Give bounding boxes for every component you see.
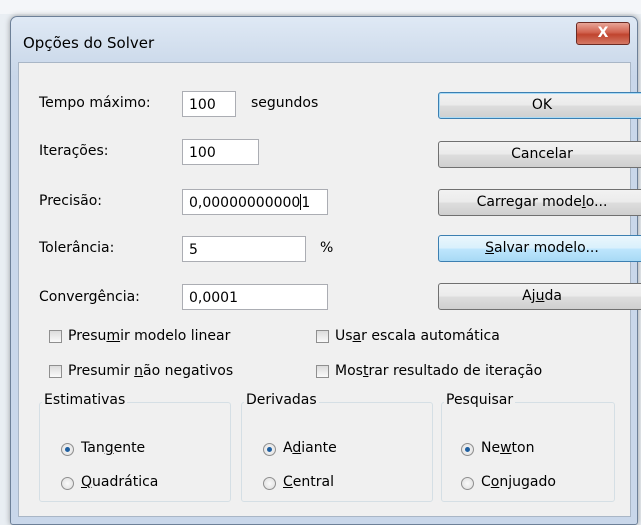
background-strip — [0, 0, 641, 14]
forward-radio[interactable] — [263, 443, 276, 456]
show-iteration-results-label-part1: Mos — [335, 363, 363, 379]
iteracoes-input[interactable]: 100 — [182, 139, 259, 165]
dialog-body: Tempo máximo: 100 segundos Iterações: 10… — [18, 62, 641, 517]
quadratic-radio[interactable] — [61, 477, 74, 490]
auto-scale-label[interactable]: Usar escala automática — [335, 328, 500, 344]
newton-label[interactable]: Newton — [481, 440, 534, 456]
search-group-title: Pesquisar — [444, 392, 516, 408]
conjugate-label-part2: njugado — [499, 474, 556, 490]
precisao-value-part1: 0,00000000000 — [189, 195, 301, 211]
show-iteration-results-label[interactable]: Mostrar resultado de iteração — [335, 363, 542, 379]
convergencia-input[interactable]: 0,0001 — [182, 284, 328, 310]
conjugate-label[interactable]: Conjugado — [481, 474, 556, 490]
assume-non-negative-checkbox[interactable] — [49, 365, 62, 378]
show-iteration-results-label-part2: rar resultado de iteração — [368, 363, 543, 379]
quadratic-label-part2: uadrática — [92, 474, 159, 490]
central-label-part2: entral — [292, 474, 334, 490]
assume-linear-mnemonic: m — [106, 328, 121, 344]
assume-non-negative-label-part2: ão negativos — [143, 363, 234, 379]
central-label[interactable]: Central — [283, 474, 334, 490]
iteracoes-label: Iterações: — [39, 143, 109, 159]
help-button[interactable]: Ajuda — [438, 283, 641, 310]
newton-label-part1: Ne — [481, 440, 501, 456]
newton-radio[interactable] — [461, 443, 474, 456]
assume-linear-label-part2: ir modelo linear — [120, 328, 231, 344]
assume-non-negative-label-part1: Presumir — [68, 363, 135, 379]
newton-label-part2: ton — [511, 440, 535, 456]
show-iteration-results-checkbox[interactable] — [316, 365, 329, 378]
auto-scale-label-part2: r escala automática — [361, 328, 500, 344]
close-button[interactable]: X — [576, 22, 630, 45]
save-model-label: alvar modelo... — [494, 240, 599, 256]
help-label-part1: Aj — [522, 288, 536, 304]
central-mnemonic: C — [283, 474, 293, 490]
auto-scale-checkbox[interactable] — [316, 330, 329, 343]
convergencia-label: Convergência: — [39, 289, 140, 305]
precisao-input[interactable]: 0,000000000001 — [182, 189, 328, 215]
forward-label-part1: A — [283, 440, 293, 456]
tempo-maximo-label: Tempo máximo: — [39, 95, 151, 111]
tangent-label-part2: ente — [113, 440, 146, 456]
load-model-button[interactable]: Carregar modelo... — [438, 189, 641, 216]
estimates-group-title: Estimativas — [42, 392, 128, 408]
tempo-unit-label: segundos — [251, 95, 319, 111]
forward-label[interactable]: Adiante — [283, 440, 337, 456]
quadratic-label[interactable]: Quadrática — [81, 474, 158, 490]
dialog-title: Opções do Solver — [23, 34, 155, 52]
newton-mnemonic: w — [500, 440, 512, 456]
auto-scale-label-part1: Us — [335, 328, 353, 344]
load-model-label-part1: Carregar mode — [476, 194, 582, 210]
forward-mnemonic: d — [292, 440, 302, 456]
central-radio[interactable] — [263, 477, 276, 490]
quadratic-mnemonic: Q — [81, 474, 93, 490]
assume-non-negative-mnemonic: n — [134, 363, 144, 379]
auto-scale-mnemonic: a — [352, 328, 362, 344]
tangent-label-part1: Tan — [81, 440, 105, 456]
help-label-part2: da — [544, 288, 562, 304]
tolerancia-unit-label: % — [320, 240, 334, 256]
save-model-mnemonic: S — [485, 240, 495, 256]
assume-linear-checkbox[interactable] — [49, 330, 62, 343]
tangent-radio[interactable] — [61, 443, 74, 456]
cancel-button[interactable]: Cancelar — [438, 141, 641, 168]
conjugate-radio[interactable] — [461, 477, 474, 490]
tolerancia-label: Tolerância: — [39, 240, 115, 256]
close-icon: X — [597, 25, 609, 41]
assume-linear-label-part1: Presu — [68, 328, 107, 344]
tempo-maximo-input[interactable]: 100 — [182, 91, 236, 117]
ok-button[interactable]: OK — [438, 92, 641, 119]
solver-options-dialog: Opções do Solver X Tempo máximo: 100 seg… — [10, 16, 641, 525]
title-bar[interactable]: Opções do Solver X — [11, 17, 637, 61]
precisao-label: Precisão: — [39, 193, 102, 209]
tangent-mnemonic: g — [104, 440, 114, 456]
save-model-button[interactable]: Salvar modelo... — [438, 235, 641, 262]
conjugate-label-part1: C — [481, 474, 491, 490]
assume-linear-label[interactable]: Presumir modelo linear — [68, 328, 230, 344]
load-model-label-part2: o... — [585, 194, 608, 210]
tangent-label[interactable]: Tangente — [81, 440, 145, 456]
tolerancia-input[interactable]: 5 — [182, 236, 306, 262]
derivatives-group-title: Derivadas — [244, 392, 319, 408]
assume-non-negative-label[interactable]: Presumir não negativos — [68, 363, 233, 379]
precisao-value-part2: 1 — [301, 195, 311, 211]
forward-label-part2: iante — [301, 440, 337, 456]
